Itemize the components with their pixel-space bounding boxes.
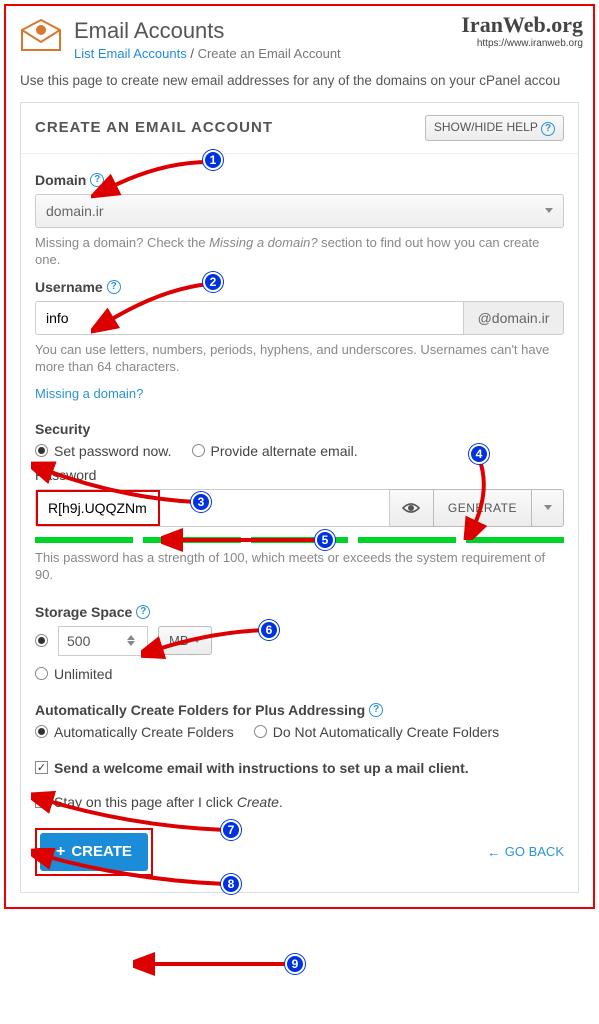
domain-select[interactable]: domain.ir <box>35 194 564 228</box>
security-label: Security <box>35 421 90 437</box>
annotation-badge-1: 1 <box>203 150 223 170</box>
radio-storage-unlimited[interactable]: Unlimited <box>35 666 564 682</box>
help-icon[interactable]: ? <box>107 280 121 294</box>
annotation-badge-4: 4 <box>469 444 489 464</box>
annotation-badge-9: 9 <box>285 954 305 974</box>
breadcrumb-link[interactable]: List Email Accounts <box>74 46 187 61</box>
radio-icon <box>35 444 48 457</box>
folders-label: Automatically Create Folders for Plus Ad… <box>35 702 365 718</box>
radio-icon <box>35 725 48 738</box>
domain-label: Domain <box>35 172 86 188</box>
radio-icon <box>35 667 48 680</box>
storage-label: Storage Space <box>35 604 132 620</box>
radio-alternate-email[interactable]: Provide alternate email. <box>192 443 358 459</box>
password-label: Password <box>35 467 96 483</box>
chevron-down-icon <box>544 505 552 510</box>
create-highlight-box: + CREATE <box>35 828 153 876</box>
help-icon[interactable]: ? <box>90 173 104 187</box>
page-title: Email Accounts <box>74 18 341 44</box>
toggle-password-visibility-button[interactable] <box>390 489 434 527</box>
help-icon[interactable]: ? <box>369 703 383 717</box>
radio-auto-create[interactable]: Automatically Create Folders <box>35 724 234 740</box>
email-accounts-icon <box>20 18 62 55</box>
annotation-badge-7: 7 <box>221 820 241 840</box>
password-field-wrap <box>35 489 390 527</box>
annotation-badge-5: 5 <box>315 530 335 550</box>
password-strength-bar <box>35 537 564 543</box>
breadcrumb-current: Create an Email Account <box>198 46 341 61</box>
missing-domain-link[interactable]: Missing a domain? <box>35 386 564 401</box>
annotation-badge-8: 8 <box>221 874 241 894</box>
eye-icon <box>402 502 420 514</box>
checkbox-icon <box>35 795 48 808</box>
radio-no-auto-create[interactable]: Do Not Automatically Create Folders <box>254 724 499 740</box>
watermark: IranWeb.org https://www.iranweb.org <box>461 12 583 49</box>
password-highlight-box <box>36 490 160 526</box>
storage-unit-select[interactable]: MB <box>158 626 212 655</box>
annotation-arrow <box>133 952 298 978</box>
checkbox-icon <box>35 761 48 774</box>
domain-value: domain.ir <box>46 203 104 219</box>
checkbox-stay-on-page[interactable]: Stay on this page after I click Create. <box>35 794 564 810</box>
username-input[interactable] <box>35 301 464 335</box>
annotation-badge-3: 3 <box>191 492 211 512</box>
go-back-link[interactable]: ← GO BACK <box>487 844 564 860</box>
radio-password-now[interactable]: Set password now. <box>35 443 172 459</box>
username-domain-suffix: @domain.ir <box>464 301 564 335</box>
radio-icon <box>254 725 267 738</box>
chevron-down-icon <box>193 638 201 643</box>
breadcrumb: List Email Accounts / Create an Email Ac… <box>74 46 341 61</box>
username-label: Username <box>35 279 103 295</box>
plus-icon: + <box>56 843 65 861</box>
radio-icon <box>192 444 205 457</box>
page-description: Use this page to create new email addres… <box>6 69 593 102</box>
generate-password-button[interactable]: GENERATE <box>434 489 532 527</box>
checkbox-welcome-email[interactable]: Send a welcome email with instructions t… <box>35 760 564 776</box>
help-icon[interactable]: ? <box>136 605 150 619</box>
create-panel: CREATE AN EMAIL ACCOUNT SHOW/HIDE HELP ?… <box>20 102 579 893</box>
generate-password-dropdown[interactable] <box>532 489 564 527</box>
radio-storage-custom[interactable] <box>35 634 48 647</box>
watermark-title: IranWeb.org <box>461 12 583 38</box>
password-strength-msg: This password has a strength of 100, whi… <box>35 549 564 584</box>
chevron-down-icon <box>545 208 553 213</box>
help-icon: ? <box>541 122 555 136</box>
domain-helper: Missing a domain? Check the Missing a do… <box>35 234 564 269</box>
storage-value-input[interactable]: 500 <box>58 626 148 656</box>
annotation-badge-6: 6 <box>259 620 279 640</box>
watermark-url: https://www.iranweb.org <box>461 38 583 49</box>
create-button[interactable]: + CREATE <box>40 833 148 871</box>
panel-title: CREATE AN EMAIL ACCOUNT <box>35 119 273 136</box>
stepper-icon[interactable] <box>127 635 139 646</box>
username-helper: You can use letters, numbers, periods, h… <box>35 341 564 376</box>
password-input[interactable] <box>38 492 158 524</box>
arrow-left-icon: ← <box>487 844 501 860</box>
show-hide-help-button[interactable]: SHOW/HIDE HELP ? <box>425 115 564 141</box>
annotation-badge-2: 2 <box>203 272 223 292</box>
